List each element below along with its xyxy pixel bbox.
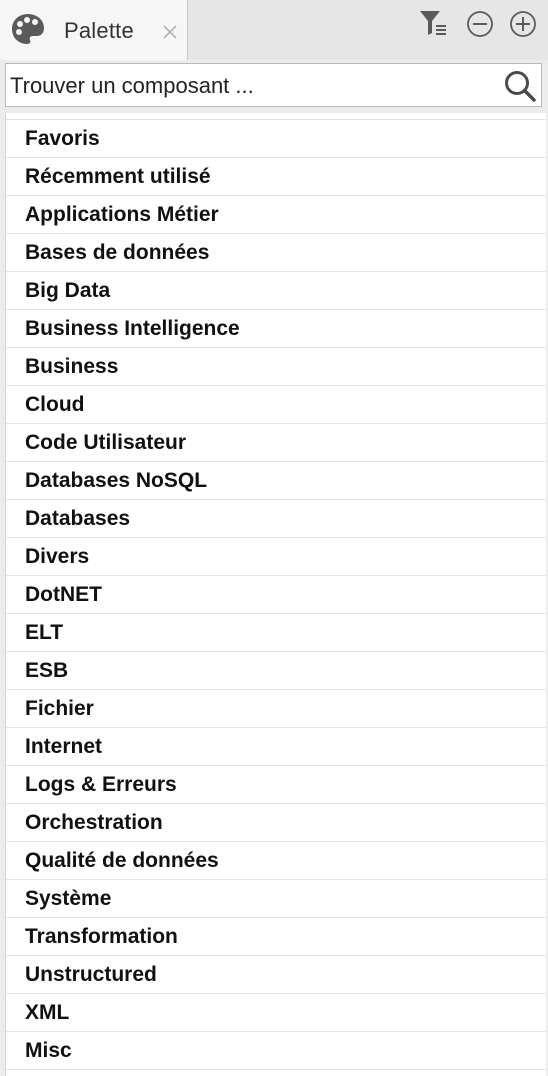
list-item[interactable]: Fichier: [6, 690, 546, 728]
tab-bar: Palette: [0, 0, 548, 60]
list-item[interactable]: Favoris: [6, 120, 546, 158]
tab-palette[interactable]: Palette: [0, 0, 188, 60]
palette-icon: [12, 14, 44, 44]
list-item[interactable]: Divers: [6, 538, 546, 576]
category-list: Favoris Récemment utilisé Applications Mét…: [5, 113, 546, 1076]
list-item[interactable]: XML: [6, 994, 546, 1032]
list-item[interactable]: Databases: [6, 500, 546, 538]
minus-circle-icon[interactable]: [464, 8, 496, 40]
list-item[interactable]: Business Intelligence: [6, 310, 546, 348]
list-item[interactable]: Business: [6, 348, 546, 386]
list-item[interactable]: Logs & Erreurs: [6, 766, 546, 804]
list-item[interactable]: Databases NoSQL: [6, 462, 546, 500]
list-item[interactable]: ELT: [6, 614, 546, 652]
list-item[interactable]: Orchestration: [6, 804, 546, 842]
list-item[interactable]: Système: [6, 880, 546, 918]
list-item[interactable]: Big Data: [6, 272, 546, 310]
search-box: [5, 63, 542, 107]
palette-panel: Palette FavorisRécemment uti: [0, 0, 548, 1076]
list-item[interactable]: Récemment utilisé: [6, 158, 546, 196]
list-item[interactable]: DotNET: [6, 576, 546, 614]
close-icon[interactable]: [160, 22, 180, 42]
list-item[interactable]: Cloud: [6, 386, 546, 424]
list-item[interactable]: Internet: [6, 728, 546, 766]
list-item[interactable]: Applications Métier: [6, 196, 546, 234]
search-input[interactable]: [10, 68, 490, 104]
list-item[interactable]: Unstructured: [6, 956, 546, 994]
search-icon[interactable]: [503, 69, 537, 103]
list-item[interactable]: Misc: [6, 1032, 546, 1070]
list-item[interactable]: ESB: [6, 652, 546, 690]
plus-circle-icon[interactable]: [507, 8, 539, 40]
tab-label: Palette: [64, 18, 134, 43]
filter-settings-icon[interactable]: [418, 8, 450, 40]
list-top-divider: [6, 113, 546, 120]
list-item[interactable]: Bases de données: [6, 234, 546, 272]
list-item[interactable]: Qualité de données: [6, 842, 546, 880]
list-item[interactable]: Transformation: [6, 918, 546, 956]
list-item[interactable]: Code Utilisateur: [6, 424, 546, 462]
